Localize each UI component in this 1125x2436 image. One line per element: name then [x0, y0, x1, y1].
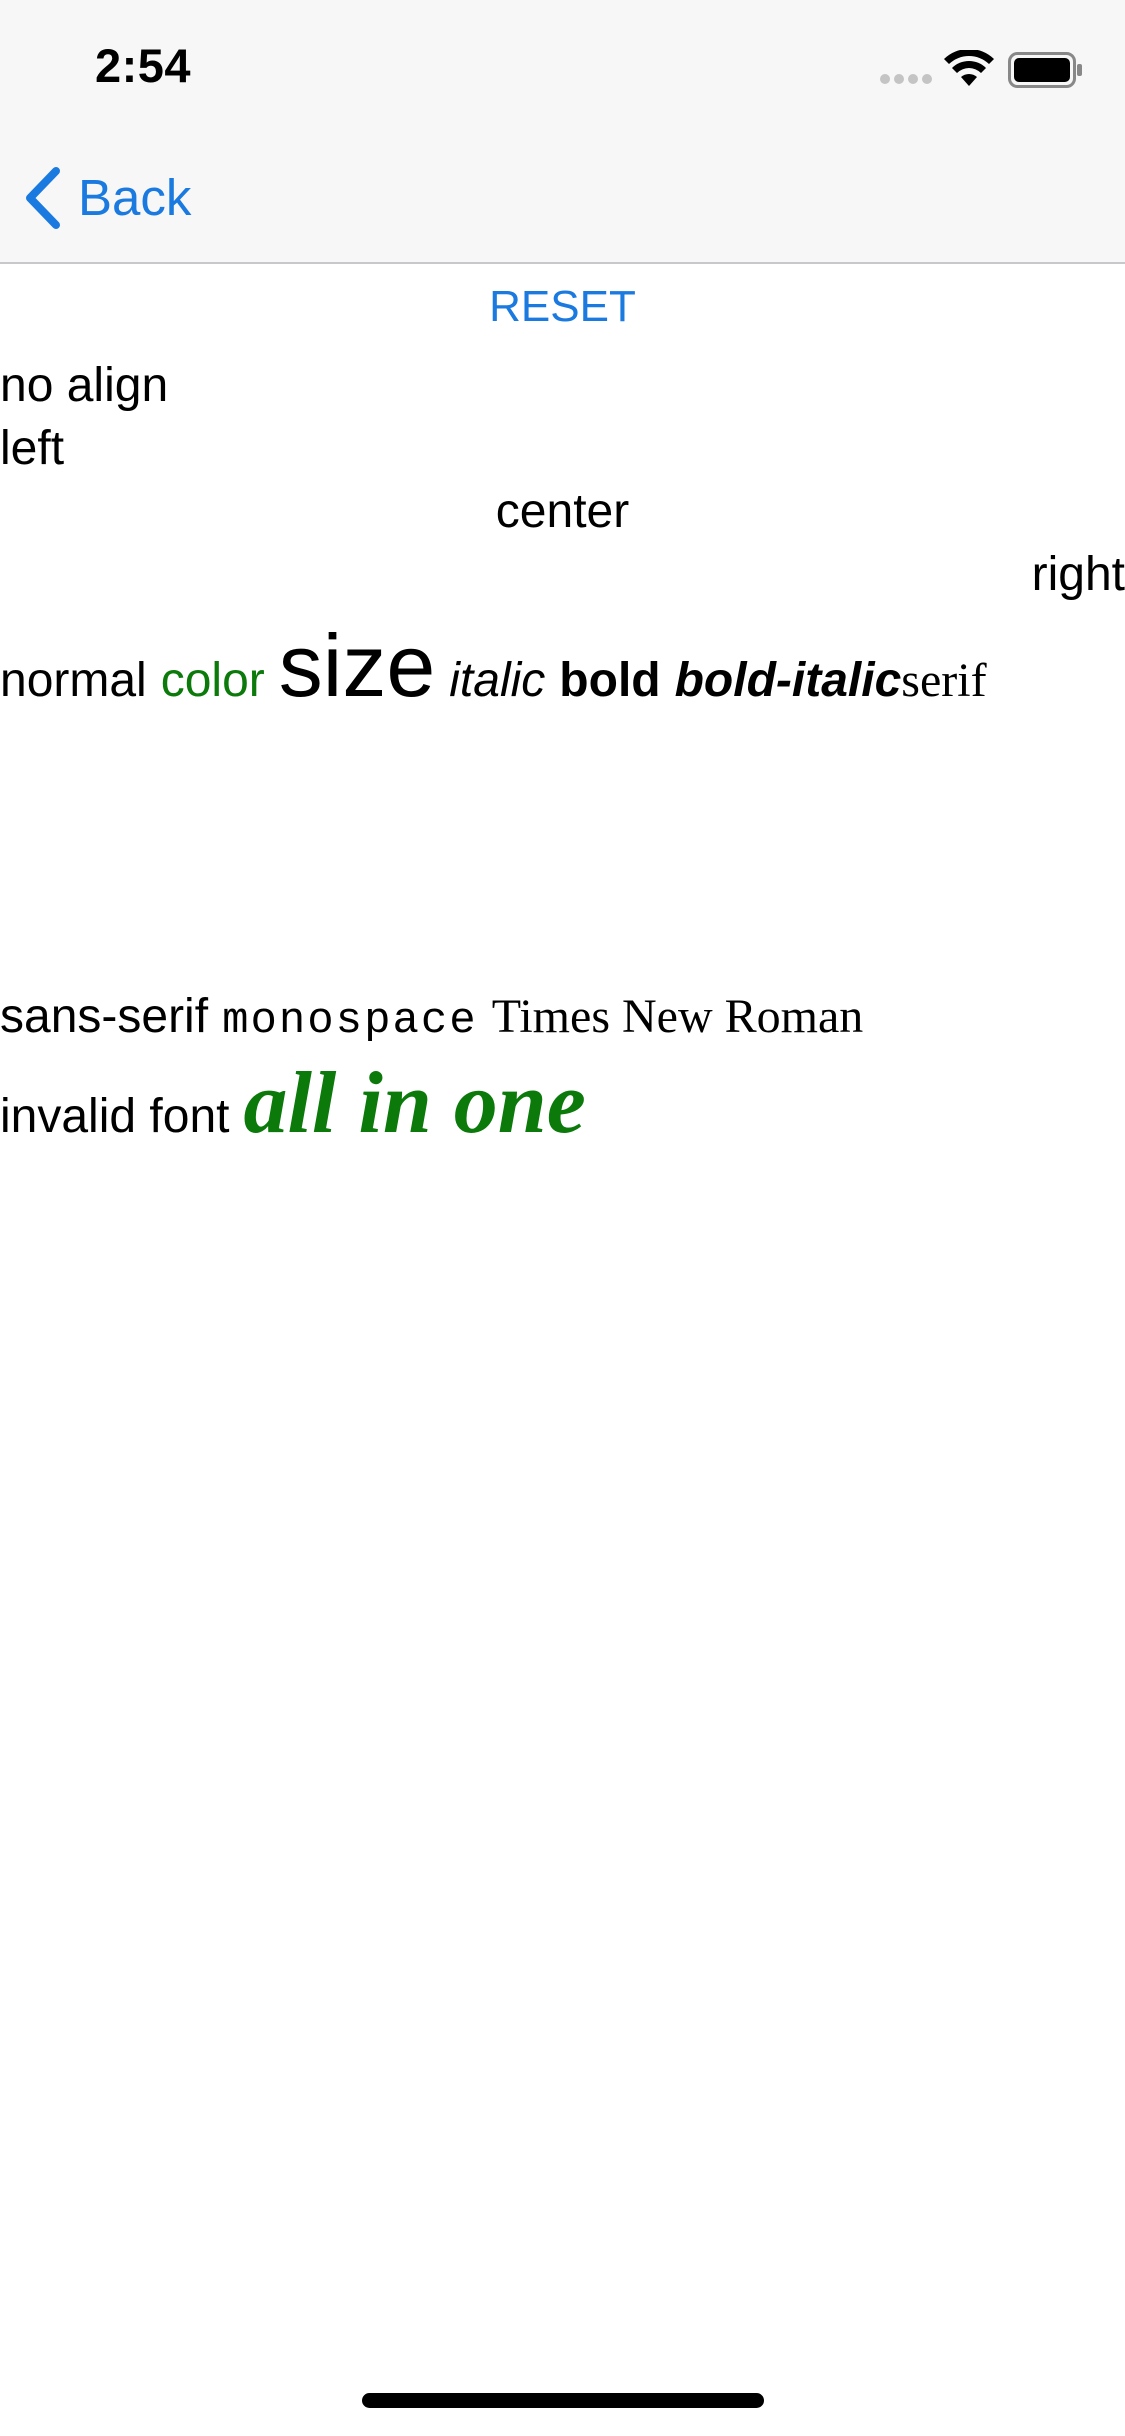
battery-icon — [1008, 52, 1082, 88]
text-sans-serif-sample: sans-serif — [0, 990, 209, 1043]
back-button[interactable]: Back — [22, 162, 191, 234]
text-right-aligned: right — [1031, 548, 1125, 601]
text-no-align: no align — [0, 359, 169, 412]
text-color-sample: color — [160, 654, 265, 707]
text-monospace-sample: monospace — [222, 996, 478, 1046]
chevron-left-icon — [26, 167, 60, 229]
status-time: 2:54 — [95, 39, 192, 92]
font-samples-row: sans-serif monospace Times New Roman — [0, 982, 863, 1056]
status-bar: 2:54 — [0, 0, 1125, 132]
home-indicator — [362, 2393, 764, 2408]
reset-button[interactable]: RESET — [0, 280, 1125, 334]
text-normal: normal — [0, 654, 147, 707]
text-center-aligned: center — [495, 485, 630, 538]
text-times-new-roman-sample: Times New Roman — [491, 990, 864, 1043]
invalid-font-row: invalid font all in one — [0, 1054, 586, 1164]
text-bold-italic-sample: bold-italic — [674, 654, 902, 707]
text-all-in-one-sample: all in one — [243, 1055, 586, 1152]
style-samples-row: normal color size italic bold bold-itali… — [0, 616, 987, 726]
navigation-bar: Back — [0, 132, 1125, 264]
cellular-signal-icon — [880, 74, 932, 84]
wifi-icon — [944, 50, 994, 86]
text-serif-sample: serif — [901, 654, 987, 707]
text-invalid-font-sample: invalid font — [0, 1090, 230, 1143]
text-bold-sample: bold — [559, 654, 661, 707]
text-size-sample: size — [278, 616, 436, 715]
text-italic-sample: italic — [449, 654, 546, 707]
text-left-aligned: left — [0, 422, 65, 475]
back-label: Back — [78, 169, 192, 226]
